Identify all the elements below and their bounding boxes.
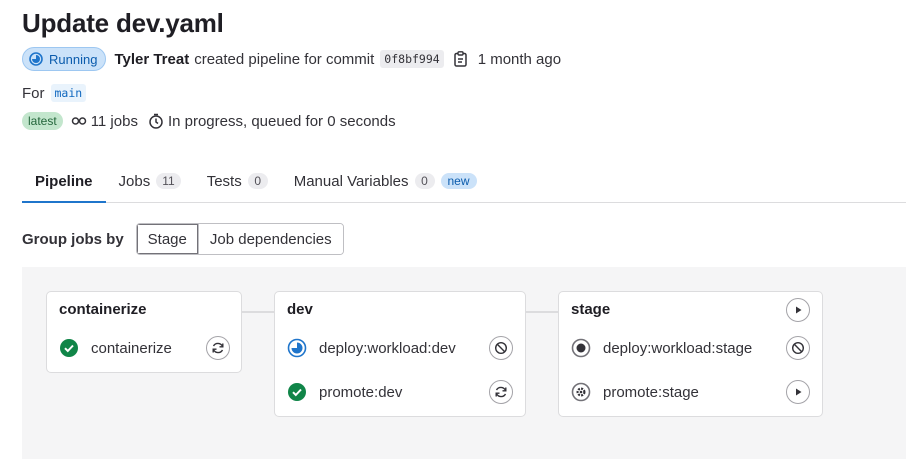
stage-title: containerize <box>59 301 147 318</box>
running-status-icon <box>287 338 307 358</box>
stage-card-containerize: containerize containerize <box>46 291 242 373</box>
tab-tests[interactable]: Tests 0 <box>194 160 281 202</box>
cancel-job-button[interactable] <box>489 336 513 360</box>
stage-connector <box>525 311 559 313</box>
group-by-dependencies-button[interactable]: Job dependencies <box>197 224 343 254</box>
cancel-icon <box>494 341 508 355</box>
stage-title: dev <box>287 301 313 318</box>
tab-label: Tests <box>206 172 242 190</box>
for-label: For <box>22 84 45 102</box>
group-by-stage-button[interactable]: Stage <box>136 224 198 254</box>
running-icon <box>29 52 43 66</box>
progress-text: In progress, queued for 0 seconds <box>167 112 396 130</box>
cancel-icon <box>791 341 805 355</box>
job-item[interactable]: deploy:workload:dev <box>287 338 456 358</box>
job-item[interactable]: promote:dev <box>287 382 402 402</box>
page-title: Update dev.yaml <box>22 8 224 38</box>
job-item[interactable]: promote:stage <box>571 382 699 402</box>
tab-manual-variables[interactable]: Manual Variables 0 new <box>281 160 490 202</box>
new-badge: new <box>440 173 477 189</box>
created-time: 1 month ago <box>477 50 562 68</box>
retry-icon <box>495 386 507 398</box>
author-link[interactable]: Tyler Treat <box>114 51 189 68</box>
latest-badge: latest <box>22 112 63 130</box>
tab-count-badge: 0 <box>247 173 268 189</box>
status-label: Running <box>49 51 98 67</box>
job-name: promote:dev <box>319 383 403 401</box>
group-jobs-control: Group jobs by Stage Job dependencies <box>22 223 344 255</box>
success-status-icon <box>287 382 307 402</box>
status-badge[interactable]: Running <box>22 47 107 71</box>
stage-card-dev: dev deploy:workload:dev promote:dev <box>274 291 526 417</box>
job-name: deploy:workload:dev <box>319 339 456 357</box>
manual-status-icon <box>571 382 591 402</box>
clipboard-icon <box>454 51 467 67</box>
tab-count-badge: 11 <box>156 173 181 189</box>
tab-label: Manual Variables <box>293 172 409 190</box>
job-item[interactable]: deploy:workload:stage <box>571 338 752 358</box>
group-jobs-label: Group jobs by <box>22 230 124 248</box>
play-icon <box>796 388 802 396</box>
created-text: created pipeline for commit <box>194 50 375 68</box>
stage-connector <box>241 311 275 313</box>
job-name: promote:stage <box>603 383 699 401</box>
job-name: containerize <box>91 339 172 357</box>
cancel-job-button[interactable] <box>786 336 810 360</box>
pipeline-tabs: Pipeline Jobs 11 Tests 0 Manual Variable… <box>22 160 906 203</box>
tab-pipeline[interactable]: Pipeline <box>22 160 106 203</box>
play-job-button[interactable] <box>786 380 810 404</box>
tab-label: Pipeline <box>35 172 93 190</box>
pipeline-header-meta: Running Tyler Treat created pipeline for… <box>22 46 561 72</box>
tab-count-badge: 0 <box>414 173 435 189</box>
job-item[interactable]: containerize <box>59 338 172 358</box>
retry-job-button[interactable] <box>489 380 513 404</box>
success-status-icon <box>59 338 79 358</box>
play-icon <box>796 306 802 314</box>
created-status-icon <box>571 338 591 358</box>
jobs-count: 11 jobs <box>90 112 138 130</box>
retry-job-button[interactable] <box>206 336 230 360</box>
play-stage-button[interactable] <box>786 298 810 322</box>
branch-link[interactable]: main <box>50 84 87 102</box>
stage-title: stage <box>571 301 611 318</box>
commit-sha-link[interactable]: 0f8bf994 <box>380 50 444 68</box>
timer-icon <box>148 113 164 129</box>
tab-label: Jobs <box>118 172 151 190</box>
pipeline-icon <box>71 113 87 129</box>
tab-jobs[interactable]: Jobs 11 <box>106 160 194 202</box>
retry-icon <box>212 342 224 354</box>
stage-card-stage: stage deploy:workload:stage promote:stag… <box>558 291 823 417</box>
copy-commit-button[interactable] <box>452 49 470 69</box>
ref-row: For main <box>22 82 87 104</box>
group-jobs-toggle: Stage Job dependencies <box>135 223 344 255</box>
job-name: deploy:workload:stage <box>603 339 753 357</box>
pipeline-info-row: latest 11 jobs In progress, queued for 0… <box>22 110 396 132</box>
